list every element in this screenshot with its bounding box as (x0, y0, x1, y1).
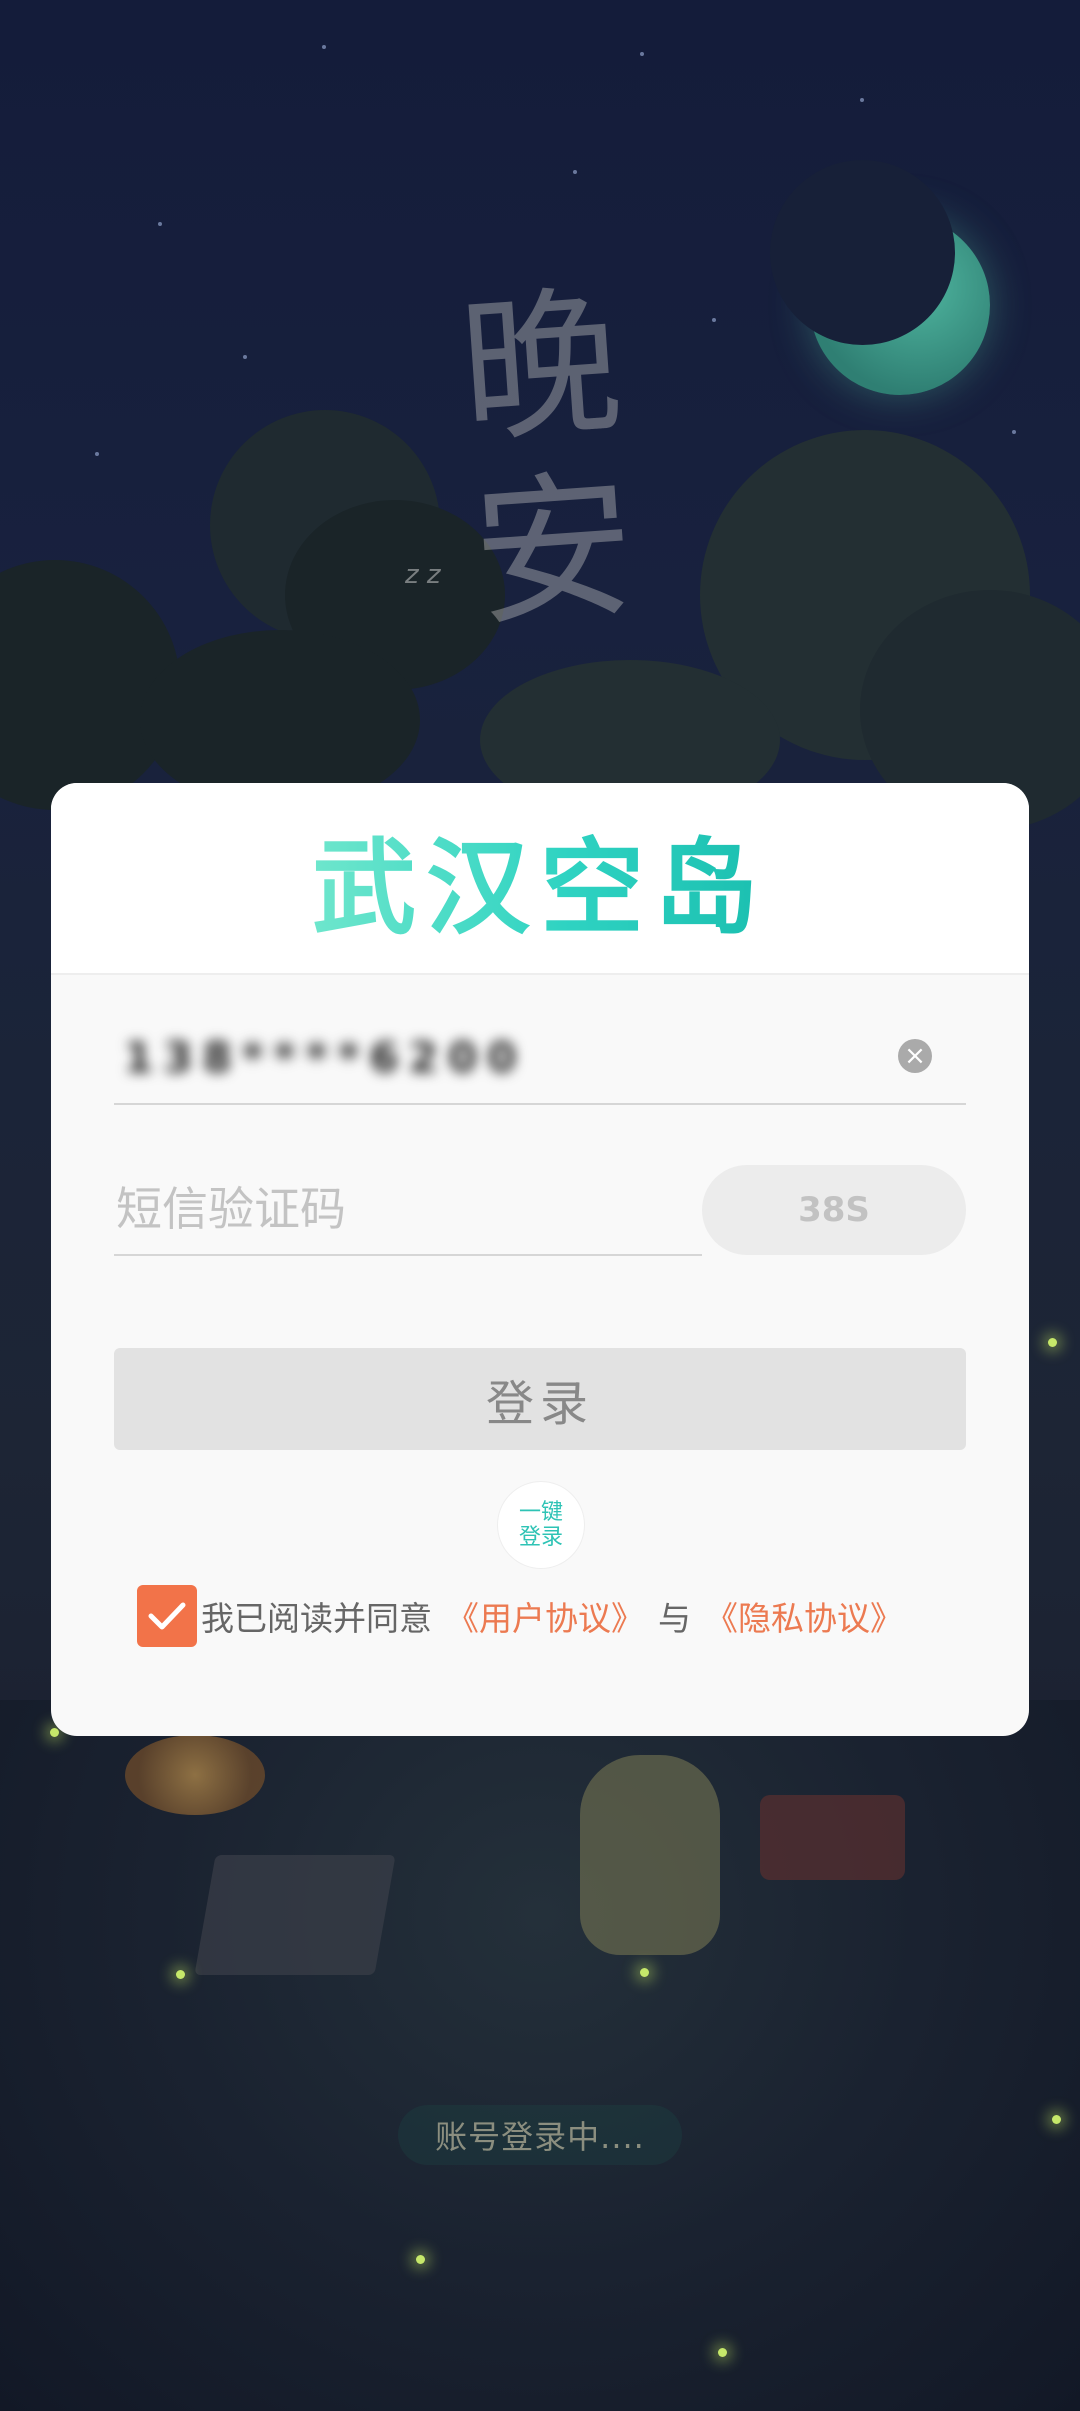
one-key-login-label-2: 登录 (518, 1525, 563, 1550)
dialog-header: 武汉空岛 (51, 783, 1029, 975)
firefly (718, 2348, 727, 2357)
sms-code-input[interactable] (114, 1168, 678, 1250)
one-key-login-button[interactable]: 一键 登录 (497, 1481, 585, 1569)
firefly (640, 1968, 649, 1977)
one-key-login-label-1: 一键 (518, 1499, 563, 1525)
star (1012, 430, 1016, 434)
cooler-box-illustration (194, 1855, 396, 1975)
sleep-zzz-icon: z z (405, 560, 441, 590)
phone-value[interactable]: 138****6200 (124, 1033, 526, 1082)
radio-illustration (760, 1795, 905, 1880)
bunny-character-illustration (580, 1755, 720, 1955)
sms-code-field[interactable] (114, 1168, 702, 1256)
firefly (50, 1728, 59, 1737)
agreement-row: 我已阅读并同意 《用户协议》 与 《隐私协议》 (137, 1583, 903, 1649)
star (243, 355, 247, 359)
firefly (1052, 2115, 1061, 2124)
bbq-grill-illustration (125, 1735, 265, 1815)
star (95, 452, 99, 456)
star (640, 52, 644, 56)
star (860, 98, 864, 102)
clear-input-icon[interactable]: × (898, 1039, 932, 1073)
star (158, 222, 162, 226)
firefly (176, 1970, 185, 1979)
user-agreement-link[interactable]: 《用户协议》 (446, 1592, 644, 1640)
firefly (416, 2255, 425, 2264)
app-title: 武汉空岛 (312, 803, 768, 954)
login-status-text: 账号登录中.... (398, 2105, 682, 2165)
firefly (1048, 1338, 1057, 1347)
background-title-art: 晚安 (454, 268, 635, 650)
star (322, 45, 326, 49)
moon-icon (770, 160, 990, 395)
privacy-policy-link[interactable]: 《隐私协议》 (705, 1592, 903, 1640)
phone-field[interactable]: 138****6200 × (114, 1021, 966, 1105)
resend-code-countdown-button[interactable]: 38S (702, 1165, 966, 1255)
agreement-prefix: 我已阅读并同意 (201, 1599, 432, 1638)
agreement-checkbox[interactable] (137, 1585, 197, 1647)
login-button[interactable]: 登录 (114, 1348, 966, 1450)
star (573, 170, 577, 174)
login-dialog: 武汉空岛 138****6200 × 38S 登录 一键 登录 我已阅读并同意 … (51, 783, 1029, 1736)
checkmark-icon (148, 1602, 186, 1630)
agreement-conjunction: 与 (658, 1599, 691, 1638)
star (712, 318, 716, 322)
